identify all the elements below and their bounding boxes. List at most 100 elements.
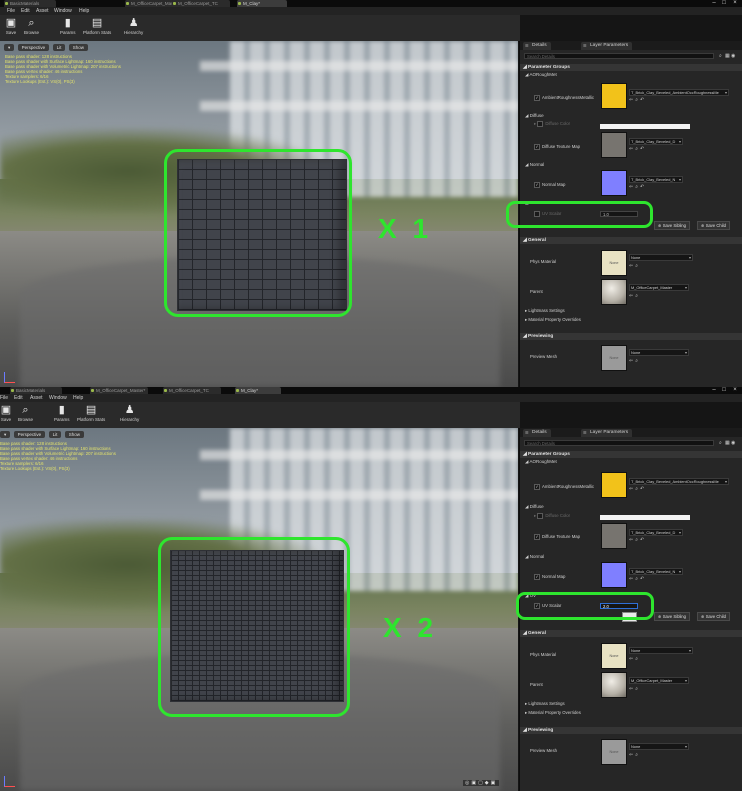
menu-edit[interactable]: Edit	[21, 7, 30, 15]
view-options-icon[interactable]: ▦	[725, 53, 730, 59]
preview-mesh-combo[interactable]: None ▾	[629, 349, 689, 356]
phys-material-combo[interactable]: None ▾	[629, 647, 693, 654]
normal-texture-combo[interactable]: T_Brick_Clay_Beveled_N ▾	[629, 568, 683, 575]
lit-button[interactable]: Lit	[48, 431, 62, 438]
menu-asset[interactable]: Asset	[36, 7, 49, 15]
show-button[interactable]: Show	[64, 431, 84, 438]
lit-button[interactable]: Lit	[52, 44, 66, 51]
param-diffuse-color[interactable]: ▸ Diffuse Color	[534, 121, 570, 127]
param-ambient[interactable]: ✓ AmbientRoughnessMetallic	[534, 484, 594, 490]
checkbox[interactable]: ✓	[534, 182, 540, 188]
asset-actions[interactable]: ⇐⌕↶	[629, 537, 646, 543]
browse-button[interactable]: ⌕ Browse	[24, 17, 39, 35]
show-button[interactable]: Show	[68, 44, 88, 51]
parent-combo[interactable]: M_OfficeCarpet_Master ▾	[629, 677, 689, 684]
diffuse-texture-combo[interactable]: T_Brick_Clay_Beveled_D ▾	[629, 138, 683, 145]
parameter-groups-header[interactable]: ◢ Parameter Groups	[520, 64, 742, 71]
tab-details[interactable]: ☰ Details	[523, 42, 551, 50]
checkbox[interactable]: ✓	[534, 144, 540, 150]
group-normal[interactable]: ◢ Normal	[525, 554, 544, 560]
material-preview-viewport[interactable]: ▾ Perspective Lit Show Base pass shader:…	[0, 41, 518, 387]
tab-layer-parameters[interactable]: ☰ Layer Parameters	[581, 42, 633, 50]
param-ambient[interactable]: ✓ AmbientRoughnessMetallic	[534, 95, 594, 101]
ambient-texture-combo[interactable]: T_Brick_Clay_Beveled_AmbientOccRoughness…	[629, 478, 729, 485]
checkbox[interactable]: ✓	[534, 95, 540, 101]
asset-actions[interactable]: ⇐⌕	[629, 686, 640, 692]
group-aorm[interactable]: ◢ AORoughMet	[525, 72, 557, 78]
parent-thumb[interactable]	[601, 279, 627, 305]
tab-office-carpet-tc[interactable]: M_OfficeCarpet_TC	[172, 0, 230, 7]
hierarchy-button[interactable]: ♟ Hierarchy	[124, 17, 143, 35]
parent-thumb[interactable]	[601, 672, 627, 698]
params-button[interactable]: ▮ Params	[54, 404, 70, 422]
param-diffuse-map[interactable]: ✓ Diffuse Texture Map	[534, 144, 580, 150]
checkbox[interactable]	[537, 121, 544, 127]
phys-material-thumb[interactable]: None	[601, 250, 627, 276]
eye-icon[interactable]: ◉	[731, 53, 735, 59]
tab-basic-materials[interactable]: BasicMaterials	[4, 0, 56, 7]
eye-icon[interactable]: ◉	[731, 440, 735, 446]
tab-details[interactable]: ☰ Details	[523, 429, 551, 437]
asset-actions[interactable]: ⇐⌕↶	[629, 576, 646, 582]
param-diffuse-map[interactable]: ✓ Diffuse Texture Map	[534, 534, 580, 540]
asset-actions[interactable]: ⇐⌕	[629, 656, 640, 662]
hierarchy-button[interactable]: ♟ Hierarchy	[120, 404, 139, 422]
lightmass-settings[interactable]: ▸ Lightmass Settings	[525, 308, 565, 314]
group-normal[interactable]: ◢ Normal	[525, 162, 544, 168]
param-normal-map[interactable]: ✓ Normal Map	[534, 182, 565, 188]
save-sibling-button[interactable]: ⊕ Save Sibling	[654, 221, 690, 230]
platform-stats-button[interactable]: ▤ Platform Stats	[77, 404, 105, 422]
normal-texture-thumb[interactable]	[601, 170, 627, 196]
menu-window[interactable]: Window	[49, 394, 67, 402]
material-property-overrides[interactable]: ▸ Material Property Overrides	[525, 317, 581, 323]
param-normal-map[interactable]: ✓ Normal Map	[534, 574, 565, 580]
previewing-header[interactable]: ◢ Previewing	[520, 727, 742, 734]
param-diffuse-color[interactable]: ▸ Diffuse Color	[534, 513, 570, 519]
minimize-icon[interactable]: –	[711, 387, 717, 393]
preview-mesh-thumb[interactable]: None	[601, 345, 627, 371]
ambient-texture-thumb[interactable]	[601, 83, 627, 109]
save-child-button[interactable]: ⊕ Save Child	[697, 221, 730, 230]
save-child-button[interactable]: ⊕ Save Child	[697, 612, 730, 621]
save-button[interactable]: ▣ Save	[5, 17, 17, 35]
menu-file[interactable]: File	[7, 7, 15, 15]
minimize-icon[interactable]: –	[711, 0, 717, 6]
menu-asset[interactable]: Asset	[30, 394, 43, 402]
general-header[interactable]: ◢ General	[520, 237, 742, 244]
normal-texture-thumb[interactable]	[601, 562, 627, 588]
menu-help[interactable]: Help	[79, 7, 89, 15]
close-icon[interactable]: ×	[732, 0, 738, 6]
phys-material-thumb[interactable]: None	[601, 643, 627, 669]
material-preview-viewport[interactable]: ▾ Perspective Lit Show Base pass shader:…	[0, 428, 518, 791]
maximize-icon[interactable]: □	[721, 0, 727, 6]
group-aorm[interactable]: ◢ AORoughMet	[525, 459, 557, 465]
general-header[interactable]: ◢ General	[520, 630, 742, 637]
asset-actions[interactable]: ⇐⌕↶	[629, 97, 646, 103]
tab-office-carpet-master[interactable]: M_OfficeCarpet_Master*	[90, 387, 148, 394]
save-button[interactable]: ▣ Save	[0, 404, 12, 422]
perspective-button[interactable]: Perspective	[13, 431, 46, 438]
normal-texture-combo[interactable]: T_Brick_Clay_Beveled_N ▾	[629, 176, 683, 183]
close-icon[interactable]: ×	[732, 387, 738, 393]
diffuse-texture-thumb[interactable]	[601, 523, 627, 549]
tab-office-carpet-tc[interactable]: M_OfficeCarpet_TC	[163, 387, 221, 394]
asset-actions[interactable]: ⇐⌕↶	[629, 184, 646, 190]
checkbox[interactable]: ✓	[534, 484, 540, 490]
checkbox[interactable]: ✓	[534, 534, 540, 540]
menu-window[interactable]: Window	[54, 7, 72, 15]
params-button[interactable]: ▮ Params	[60, 17, 76, 35]
group-diffuse[interactable]: ◢ Diffuse	[525, 504, 544, 510]
asset-actions[interactable]: ⇐⌕↶	[629, 486, 646, 492]
diffuse-texture-combo[interactable]: T_Brick_Clay_Beveled_D ▾	[629, 529, 683, 536]
viewport-shape-buttons[interactable]: ◎▣▢◆▣	[463, 780, 500, 786]
material-property-overrides[interactable]: ▸ Material Property Overrides	[525, 710, 581, 716]
diffuse-color-swatch[interactable]	[600, 515, 690, 520]
save-sibling-button[interactable]: ⊕ Save Sibling	[654, 612, 690, 621]
viewport-menu-button[interactable]: ▾	[0, 431, 11, 438]
viewport-menu-button[interactable]: ▾	[4, 44, 15, 51]
preview-mesh-combo[interactable]: None ▾	[629, 743, 689, 750]
asset-actions[interactable]: ⇐⌕	[629, 752, 640, 758]
asset-actions[interactable]: ⇐⌕↶	[629, 146, 646, 152]
tab-clay[interactable]: M_Clay*	[235, 387, 281, 394]
tab-layer-parameters[interactable]: ☰ Layer Parameters	[581, 429, 633, 437]
